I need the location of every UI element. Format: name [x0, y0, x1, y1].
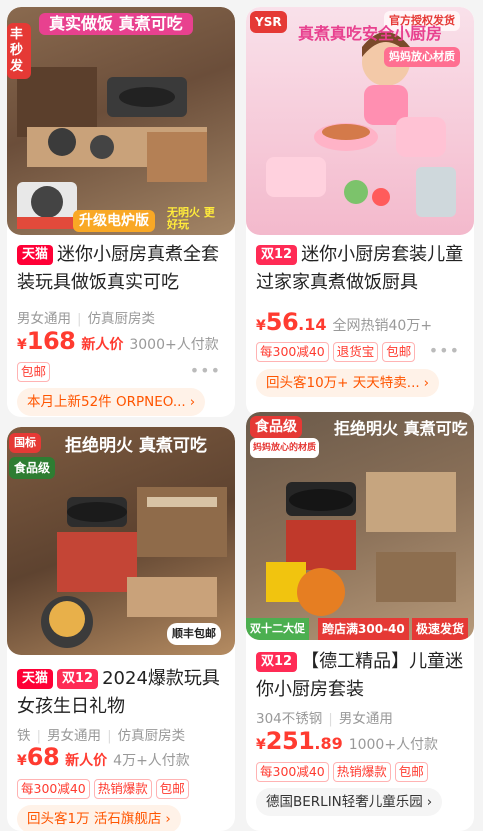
image-caption: 拒绝明火 真煮可吃: [65, 436, 207, 456]
chevron-right-icon: ›: [423, 375, 430, 391]
sold-count: 1000+人付款: [348, 737, 439, 753]
attribute-tag: 男女通用: [47, 728, 102, 744]
product-card-3[interactable]: 国标 食品级 拒绝明火 真煮可吃 顺丰包邮 天猫 双12 2024爆款玩具女孩生日礼…: [7, 427, 235, 831]
store-link[interactable]: 本月上新52件 ORPNEO... ›: [17, 388, 206, 416]
product-title[interactable]: 双12 迷你小厨房套装儿童过家家真煮做饭厨具: [256, 241, 466, 297]
attribute-tag: 男女通用: [17, 311, 71, 327]
image-caption: 真煮真吃安全小厨房: [298, 24, 443, 43]
promo-tag: 每300减40: [17, 779, 90, 799]
image-badge-foodgrade: 食品级: [250, 416, 302, 438]
double12-chip: 双12: [256, 245, 298, 265]
sold-count: 全网热销40万+: [332, 318, 433, 334]
store-text: 本月上新52件 ORPNEO...: [27, 394, 186, 410]
product-attributes: 铁 | 男女通用 | 仿真厨房类: [17, 728, 186, 744]
price-row: ¥251.89 1000+人付款: [256, 727, 438, 755]
promo-tag: 热销爆款: [332, 762, 391, 782]
image-badge-fast: 极速发货: [412, 618, 469, 640]
image-badge-noflame: 无明火 更好玩: [167, 206, 215, 231]
sold-count: 4万+人付款: [113, 753, 190, 769]
price-row: ¥168 新人价 3000+人付款: [17, 327, 219, 355]
product-image-4[interactable]: 食品级 妈妈放心的材质 拒绝明火 真煮可吃 双十二大促 跨店满300-40 极速…: [246, 412, 474, 640]
promo-tags: 每300减40 热销爆款 包邮: [256, 761, 432, 782]
attribute-tag: 仿真厨房类: [87, 311, 156, 327]
more-icon[interactable]: •••: [429, 341, 460, 360]
more-icon[interactable]: •••: [190, 361, 221, 380]
kitchen-scene-illustration: [17, 67, 207, 229]
price-label: 新人价: [81, 337, 124, 353]
product-attributes: 304不锈钢 | 男女通用: [256, 711, 393, 727]
image-caption: 真实做饭 真煮可吃: [39, 13, 193, 35]
promo-tag: 包邮: [17, 362, 51, 382]
image-badge-material: 妈妈放心的材质: [250, 438, 320, 458]
promo-tag: 退货宝: [332, 342, 379, 362]
price-currency: ¥: [256, 318, 266, 334]
image-badge-sale: 双十二大促: [246, 618, 309, 640]
promo-tag: 包邮: [155, 779, 189, 799]
brand-logo: YSR: [250, 11, 287, 33]
image-badge-flash: 丰秒发: [7, 23, 31, 79]
tmall-chip: 天猫: [17, 245, 54, 265]
price-value: 56: [265, 308, 299, 336]
tmall-chip: 天猫: [17, 669, 54, 689]
promo-tag: 热销爆款: [93, 779, 152, 799]
promo-tag: 包邮: [382, 342, 416, 362]
store-link[interactable]: 回头客1万 活石旗舰店 ›: [17, 805, 181, 831]
image-badge-upgrade: 升级电炉版: [73, 210, 155, 232]
image-badge-crossstore: 跨店满300-40: [318, 618, 409, 640]
price-decimal: .89: [314, 734, 343, 753]
product-image-1[interactable]: 真实做饭 真煮可吃 丰秒发 升级电炉版 无明火 更好玩: [7, 7, 235, 235]
product-feed: { "products": [ { "image_caption": "真实做饭…: [0, 0, 483, 831]
promo-tags: 包邮: [17, 361, 54, 382]
product-title[interactable]: 天猫 双12 2024爆款玩具女孩生日礼物: [17, 665, 227, 721]
store-text: 回头客1万 活石旗舰店: [27, 811, 162, 827]
price-currency: ¥: [256, 737, 266, 753]
sf-shipping-badge: 顺丰包邮: [167, 623, 221, 645]
product-title[interactable]: 双12 【德工精品】儿童迷你小厨房套装: [256, 648, 466, 704]
image-badge-foodgrade: 食品级: [9, 457, 56, 479]
store-link[interactable]: 德国BERLIN轻奢儿童乐园 ›: [256, 788, 443, 816]
price-row: ¥56.14 全网热销40万+: [256, 308, 432, 336]
chevron-right-icon: ›: [189, 394, 196, 410]
sold-count: 3000+人付款: [129, 337, 219, 353]
image-badge-material: 妈妈放心材质: [384, 47, 460, 67]
price-label: 新人价: [65, 753, 108, 769]
product-image-2[interactable]: YSR 官方授权发货 真煮真吃安全小厨房 妈妈放心材质: [246, 7, 474, 235]
promo-tags: 每300减40 退货宝 包邮: [256, 341, 419, 362]
price-currency: ¥: [17, 753, 27, 769]
image-badge-standard: 国标: [9, 433, 41, 453]
price-value: 68: [26, 743, 60, 771]
product-card-4[interactable]: 食品级 妈妈放心的材质 拒绝明火 真煮可吃 双十二大促 跨店满300-40 极速…: [246, 412, 474, 831]
attribute-tag: 仿真厨房类: [117, 728, 186, 744]
image-caption: 拒绝明火 真煮可吃: [334, 419, 468, 438]
double12-chip: 双12: [256, 652, 298, 672]
chevron-right-icon: ›: [165, 811, 171, 827]
store-text: 回头客10万+ 天天特卖...: [266, 375, 420, 391]
product-image-3[interactable]: 国标 食品级 拒绝明火 真煮可吃 顺丰包邮: [7, 427, 235, 655]
double12-chip: 双12: [57, 669, 99, 689]
store-link[interactable]: 回头客10万+ 天天特卖... ›: [256, 369, 440, 397]
store-text: 德国BERLIN轻奢儿童乐园: [266, 794, 423, 810]
product-card-1[interactable]: 真实做饭 真煮可吃 丰秒发 升级电炉版 无明火 更好玩 天猫 迷你小厨房真煮全套装…: [7, 7, 235, 417]
promo-tag: 每300减40: [256, 342, 329, 362]
attribute-tag: 铁: [17, 728, 31, 744]
attribute-tag: 304不锈钢: [256, 711, 323, 727]
product-card-2[interactable]: YSR 官方授权发货 真煮真吃安全小厨房 妈妈放心材质 双12 迷你小厨房套装儿童…: [246, 7, 474, 417]
price-row: ¥68 新人价 4万+人付款: [17, 743, 190, 771]
attribute-tag: 男女通用: [338, 711, 393, 727]
price-value: 168: [26, 327, 76, 355]
promo-tag: 每300减40: [256, 762, 329, 782]
price-currency: ¥: [17, 337, 27, 353]
promo-tags: 每300减40 热销爆款 包邮: [17, 778, 193, 799]
product-title[interactable]: 天猫 迷你小厨房真煮全套装玩具做饭真实可吃: [17, 241, 227, 297]
price-value: 251: [265, 727, 315, 755]
promo-tag: 包邮: [394, 762, 428, 782]
chevron-right-icon: ›: [426, 794, 433, 810]
product-attributes: 男女通用 | 仿真厨房类: [17, 311, 156, 327]
price-decimal: .14: [298, 315, 327, 334]
